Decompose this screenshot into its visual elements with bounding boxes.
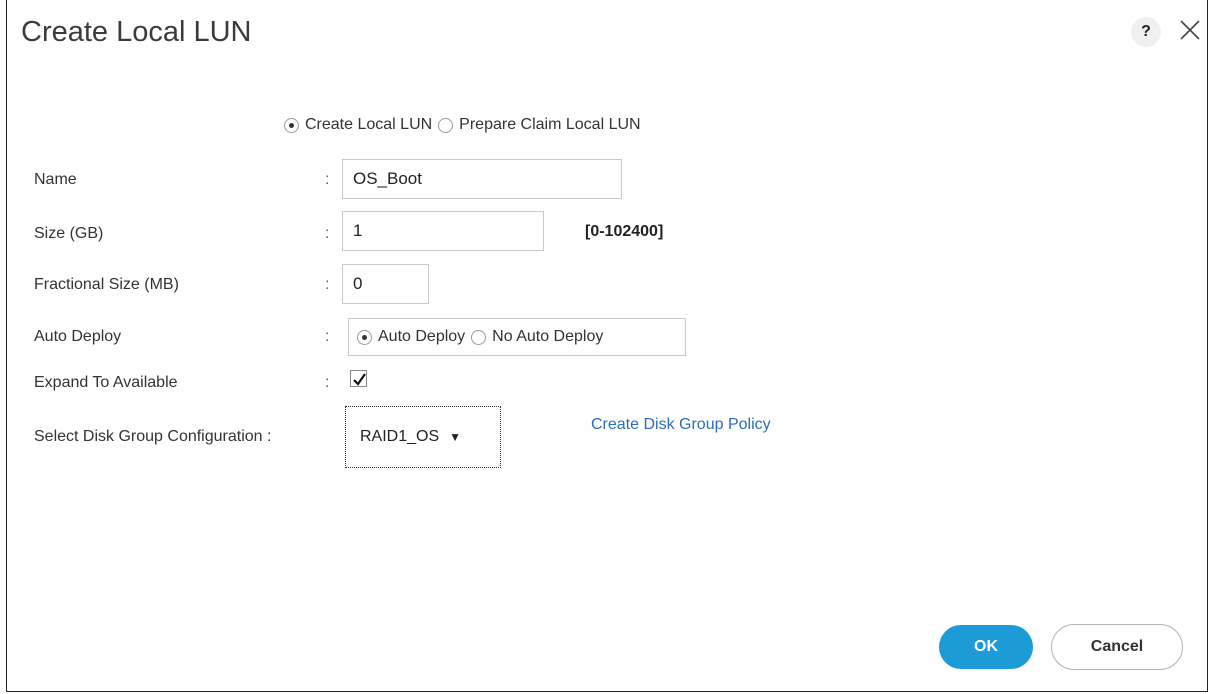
radio-prepare-claim-local-lun-label[interactable]: Prepare Claim Local LUN [459,116,640,134]
caret-down-icon: ▼ [449,430,462,444]
size-range-hint: [0-102400] [585,223,664,240]
name-label: Name [34,171,77,188]
fractional-size-label: Fractional Size (MB) [34,276,179,293]
disk-group-selected-value: RAID1_OS [360,428,440,445]
expand-to-available-checkbox[interactable] [350,370,367,387]
dialog-title: Create Local LUN [21,16,252,48]
cancel-button[interactable]: Cancel [1051,624,1183,670]
size-label: Size (GB) [34,225,104,242]
auto-deploy-label: Auto Deploy [34,328,122,345]
fractional-size-colon: : [325,276,330,293]
create-disk-group-policy-link[interactable]: Create Disk Group Policy [591,416,771,434]
radio-create-local-lun[interactable] [284,117,299,133]
size-input[interactable] [342,211,544,251]
radio-no-auto-deploy-label[interactable]: No Auto Deploy [492,328,603,346]
expand-to-available-colon: : [325,374,330,391]
name-colon: : [325,171,330,188]
mode-radio-group: Create Local LUN Prepare Claim Local LUN [284,116,641,134]
disk-group-select[interactable]: RAID1_OS ▼ [345,406,501,468]
size-colon: : [325,225,330,242]
ok-button[interactable]: OK [939,625,1033,669]
name-input[interactable] [342,159,622,199]
radio-prepare-claim-local-lun[interactable] [438,117,454,133]
checkmark-icon [353,373,366,386]
radio-no-auto-deploy[interactable] [471,329,487,345]
auto-deploy-colon: : [325,328,330,345]
close-icon[interactable] [1175,15,1205,45]
auto-deploy-radio-group: Auto Deploy No Auto Deploy [348,318,686,356]
radio-auto-deploy-label[interactable]: Auto Deploy [378,328,465,346]
fractional-size-input[interactable] [342,264,429,304]
expand-to-available-label: Expand To Available [34,374,178,391]
create-local-lun-dialog: Create Local LUN ? Create Local LUN Prep… [6,0,1208,692]
disk-group-label: Select Disk Group Configuration : [34,428,272,445]
help-icon[interactable]: ? [1131,17,1161,47]
radio-create-local-lun-label[interactable]: Create Local LUN [305,116,432,134]
radio-auto-deploy[interactable] [357,329,372,345]
